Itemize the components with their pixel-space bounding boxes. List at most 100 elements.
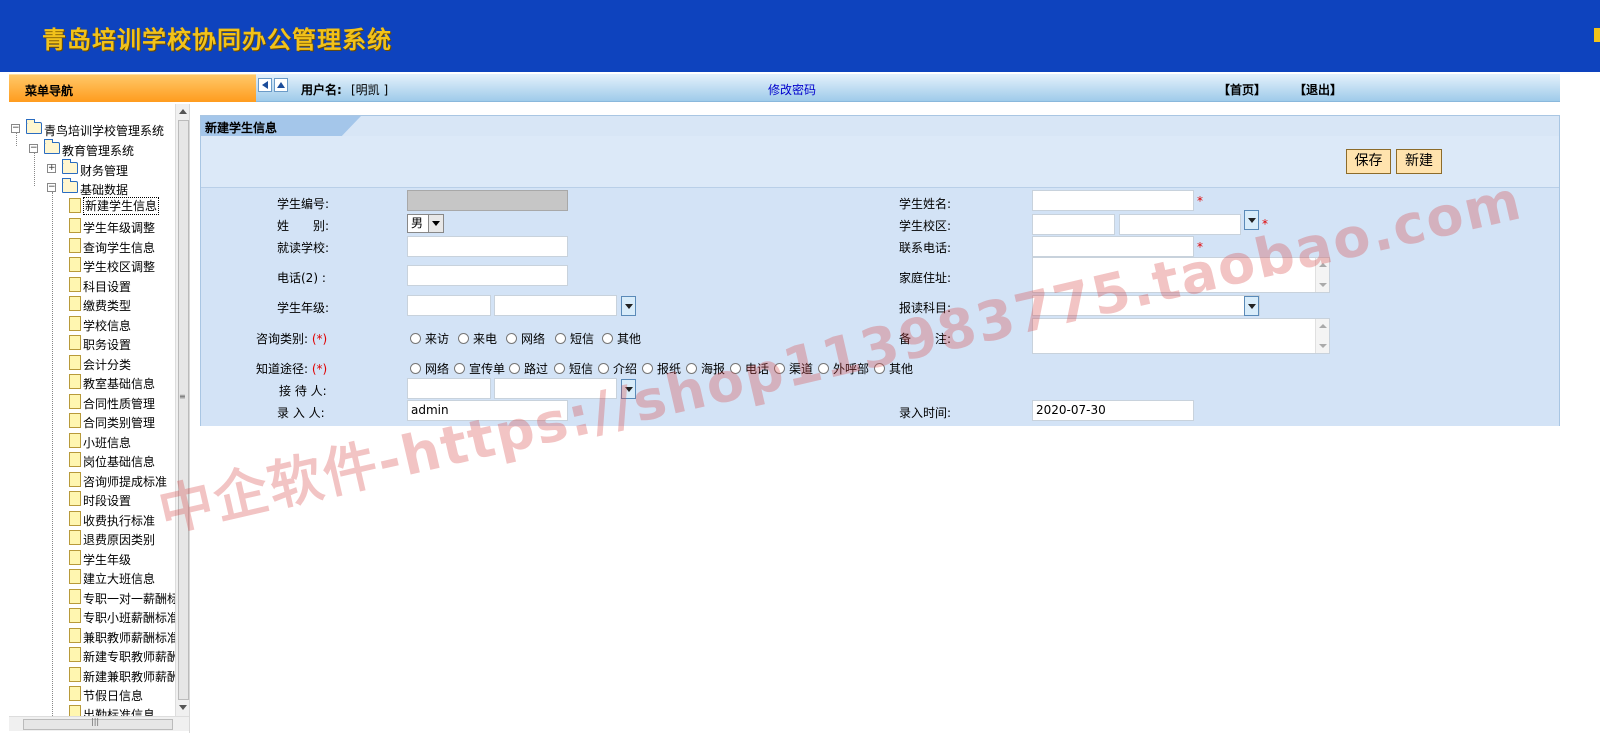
tree-item[interactable]: 科目设置 xyxy=(69,276,175,294)
collapse-icon[interactable]: − xyxy=(29,144,38,153)
inquiry-option-web[interactable]: 网络 xyxy=(506,330,545,347)
channel-option[interactable]: 电话 xyxy=(730,360,769,377)
collapse-icon[interactable]: − xyxy=(11,124,20,133)
tree-item[interactable]: 专职小班薪酬标准 xyxy=(69,607,175,625)
entry-time-input[interactable]: 2020-07-30 xyxy=(1032,400,1194,421)
tree-item[interactable]: 会计分类 xyxy=(69,354,175,372)
grade-dropdown-icon[interactable] xyxy=(621,296,636,316)
scroll-up-icon[interactable] xyxy=(179,109,187,114)
tree-item[interactable]: 学生年级调整 xyxy=(69,217,175,235)
tree-item[interactable]: 教室基础信息 xyxy=(69,373,175,391)
campus-input-2[interactable] xyxy=(1119,214,1241,235)
tree-node-basic[interactable]: − 基础数据 xyxy=(47,178,175,197)
student-no-input xyxy=(407,190,568,211)
inquiry-option-call[interactable]: 来电 xyxy=(458,330,497,347)
student-name-input[interactable] xyxy=(1032,190,1194,211)
tree-item-label: 合同性质管理 xyxy=(83,397,156,411)
tree-item[interactable]: 咨询师提成标准 xyxy=(69,471,175,489)
tree-item[interactable]: 时段设置 xyxy=(69,490,175,508)
channel-option[interactable]: 其他 xyxy=(874,360,913,377)
tree-item[interactable]: 节假日信息 xyxy=(69,685,175,703)
sidebar-horizontal-scrollbar[interactable]: ||| xyxy=(9,716,189,731)
subject-dropdown-icon[interactable] xyxy=(1244,296,1259,316)
channel-option[interactable]: 渠道 xyxy=(774,360,813,377)
tree-item[interactable]: 建立大班信息 xyxy=(69,568,175,586)
subject-input[interactable] xyxy=(1032,295,1260,316)
collapse-icon[interactable]: − xyxy=(47,183,56,192)
channel-option[interactable]: 外呼部 xyxy=(818,360,869,377)
tree-item[interactable]: 新建学生信息 xyxy=(69,197,175,215)
receptionist-dropdown-icon[interactable] xyxy=(621,379,636,399)
tree-item-label: 新建专职教师薪酬 xyxy=(83,650,175,664)
receptionist-input-2[interactable] xyxy=(494,378,617,399)
tree-item[interactable]: 学校信息 xyxy=(69,315,175,333)
grade-input-1[interactable] xyxy=(407,295,491,316)
new-student-panel: 新建学生信息 保存 新建 学生编号: 姓 别: 就读学校: 电话(2) : 学生… xyxy=(200,115,1560,426)
tree-item[interactable]: 专职一对一薪酬标 xyxy=(69,588,175,606)
channel-option[interactable]: 路过 xyxy=(509,360,548,377)
tree-item[interactable]: 岗位基础信息 xyxy=(69,451,175,469)
tree-item[interactable]: 学生年级 xyxy=(69,549,175,567)
document-icon xyxy=(69,452,81,467)
tree-item[interactable]: 合同类别管理 xyxy=(69,412,175,430)
document-icon xyxy=(69,257,81,272)
save-button[interactable]: 保存 xyxy=(1346,149,1391,174)
app-title: 青岛培训学校协同办公管理系统 xyxy=(42,25,392,54)
channel-option[interactable]: 海报 xyxy=(686,360,725,377)
tree-item[interactable]: 学生校区调整 xyxy=(69,256,175,274)
tree-node-finance[interactable]: + 财务管理 xyxy=(47,159,175,178)
textarea-scrollbar[interactable] xyxy=(1315,319,1329,353)
tree-item[interactable]: 退费原因类别 xyxy=(69,529,175,547)
inquiry-option-visit[interactable]: 来访 xyxy=(410,330,449,347)
radio-icon xyxy=(730,363,741,374)
channel-option[interactable]: 报纸 xyxy=(642,360,681,377)
inquiry-option-other[interactable]: 其他 xyxy=(602,330,641,347)
channel-option[interactable]: 介绍 xyxy=(598,360,637,377)
tree-item-label: 新建学生信息 xyxy=(83,197,160,215)
inquiry-option-sms[interactable]: 短信 xyxy=(555,330,594,347)
tree-item[interactable]: 新建专职教师薪酬 xyxy=(69,646,175,664)
entered-by-input[interactable]: admin xyxy=(407,400,568,421)
tree-node-edu[interactable]: − 教育管理系统 xyxy=(29,139,175,158)
scroll-down-icon[interactable] xyxy=(179,705,187,710)
gender-select[interactable]: 男 xyxy=(407,214,444,233)
tree-item[interactable]: 兼职教师薪酬标准 xyxy=(69,627,175,645)
contact-phone-input[interactable] xyxy=(1032,236,1194,257)
channel-option[interactable]: 网络 xyxy=(410,360,449,377)
tree-item[interactable]: 职务设置 xyxy=(69,334,175,352)
textarea-scrollbar[interactable] xyxy=(1315,258,1329,292)
channel-option[interactable]: 短信 xyxy=(554,360,593,377)
receptionist-input-1[interactable] xyxy=(407,378,491,399)
new-button[interactable]: 新建 xyxy=(1396,149,1442,174)
tree-item[interactable]: 缴费类型 xyxy=(69,295,175,313)
home-link[interactable]: 【首页】 xyxy=(1218,81,1266,98)
change-password-link[interactable]: 修改密码 xyxy=(768,81,816,98)
tree-item[interactable]: 查询学生信息 xyxy=(69,237,175,255)
sidebar-vertical-scrollbar[interactable]: ≡ xyxy=(175,104,189,716)
campus-dropdown-icon[interactable] xyxy=(1244,210,1259,230)
expand-icon[interactable]: + xyxy=(47,164,56,173)
tree-item-label: 合同类别管理 xyxy=(83,416,156,430)
collapse-left-icon[interactable] xyxy=(258,78,272,92)
panel-title-tab: 新建学生信息 xyxy=(201,116,361,136)
address-textarea[interactable] xyxy=(1032,257,1330,293)
tree-item[interactable]: 小班信息 xyxy=(69,432,175,450)
tree-item[interactable]: 合同性质管理 xyxy=(69,393,175,411)
campus-input-1[interactable] xyxy=(1032,214,1115,235)
header-banner: 青岛培训学校协同办公管理系统 xyxy=(0,0,1600,72)
school-input[interactable] xyxy=(407,236,568,257)
phone2-input[interactable] xyxy=(407,265,568,286)
tree-item[interactable]: 出勤标准信息 xyxy=(69,704,175,716)
tree-node-root[interactable]: − 青鸟培训学校管理系统 xyxy=(11,119,175,138)
grip-icon: ||| xyxy=(91,717,100,726)
collapse-up-icon[interactable] xyxy=(274,78,288,92)
tree-item-label: 会计分类 xyxy=(83,358,132,372)
tree-item[interactable]: 收费执行标准 xyxy=(69,510,175,528)
tree-item[interactable]: 新建兼职教师薪酬 xyxy=(69,666,175,684)
scrollbar-thumb[interactable] xyxy=(178,120,189,700)
grade-input-2[interactable] xyxy=(494,295,617,316)
remark-textarea[interactable] xyxy=(1032,318,1330,354)
logout-link[interactable]: 【退出】 xyxy=(1294,81,1342,98)
top-toolbar: 用户名: [明凯 ] 修改密码 【首页】 【退出】 xyxy=(256,74,1560,102)
channel-option[interactable]: 宣传单 xyxy=(454,360,505,377)
